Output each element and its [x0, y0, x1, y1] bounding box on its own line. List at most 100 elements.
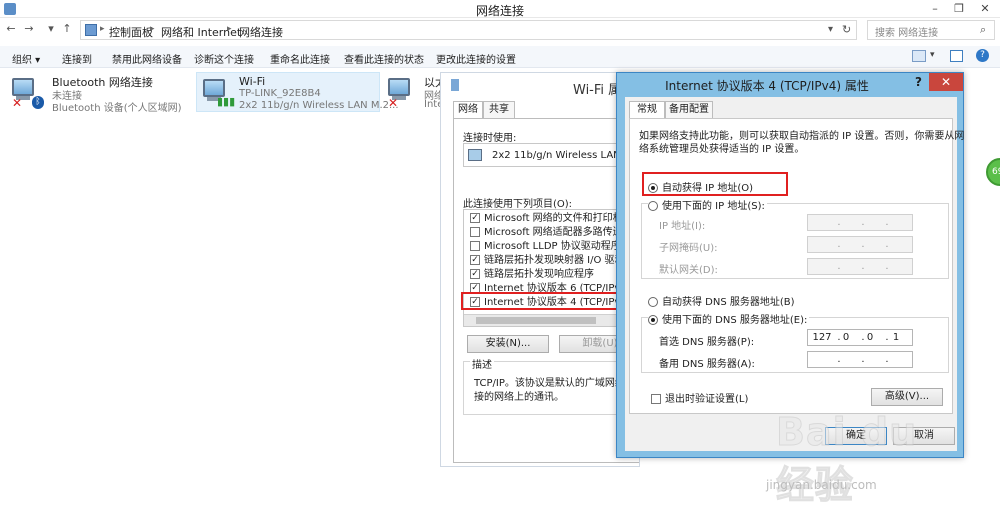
item-checkbox[interactable]	[470, 241, 480, 251]
diagnose-button[interactable]: 诊断这个连接	[194, 51, 254, 66]
minimize-button[interactable]: –	[924, 0, 946, 18]
scrollbar-thumb[interactable]	[476, 317, 596, 324]
dns-octet: 1	[892, 332, 900, 343]
adapter-device: Bluetooth 设备(个人区域网)	[52, 103, 182, 114]
organize-button[interactable]: 组织 ▾	[12, 51, 40, 66]
list-item[interactable]: Microsoft LLDP 协议驱动程序	[470, 240, 621, 254]
items-label: 此连接使用下列项目(O):	[463, 199, 573, 210]
disconnected-x-icon: ✕	[388, 96, 399, 110]
help-icon[interactable]: ?	[976, 49, 989, 62]
auto-dns-option[interactable]: 自动获得 DNS 服务器地址(B)	[648, 293, 795, 308]
item-checkbox[interactable]	[470, 227, 480, 237]
adapter-field-text: 2x2 11b/g/n Wireless LAN M.	[492, 150, 636, 161]
ipv4-properties-dialog: Internet 协议版本 4 (TCP/IPv4) 属性 ? ✕ 常规 备用配…	[616, 72, 964, 458]
description-text-line2: 接的网络上的通讯。	[474, 392, 564, 403]
list-item[interactable]: ✓ 链路层拓扑发现响应程序	[470, 268, 594, 282]
search-box[interactable]: 搜索 网络连接 ⌕	[867, 20, 995, 40]
validate-checkbox[interactable]	[651, 394, 661, 404]
auto-dns-radio[interactable]	[648, 297, 658, 307]
refresh-icon[interactable]: ↻	[842, 23, 851, 36]
search-input[interactable]: 搜索 网络连接	[875, 24, 938, 39]
install-button[interactable]: 安装(N)...	[467, 335, 549, 353]
close-window-button[interactable]: ✕	[974, 0, 996, 18]
item-label: 链路层拓扑发现响应程序	[484, 269, 594, 280]
ip-address-field[interactable]: ...	[807, 214, 913, 231]
subnet-field[interactable]: ...	[807, 236, 913, 253]
wifi-dialog-title: Wi-Fi 属	[573, 83, 622, 98]
manual-ip-radio[interactable]	[648, 201, 658, 211]
adapter-field: 2x2 11b/g/n Wireless LAN M.	[463, 143, 641, 167]
bluetooth-icon: ᛒ	[32, 96, 44, 109]
highlight-auto-ip	[642, 172, 788, 196]
breadcrumb-control-panel[interactable]: 控制面板	[109, 24, 153, 40]
breadcrumb-separator-icon: ▸	[227, 24, 232, 34]
forward-arrow-icon[interactable]: →	[22, 22, 36, 36]
close-button[interactable]: ✕	[929, 73, 963, 91]
view-status-button[interactable]: 查看此连接的状态	[344, 51, 424, 66]
maximize-button[interactable]: ❐	[948, 0, 970, 18]
item-checkbox[interactable]: ✓	[470, 255, 480, 265]
connect-to-button[interactable]: 连接到	[62, 51, 92, 66]
baidu-watermark: Bai du 经验	[776, 410, 956, 508]
adapter-ethernet[interactable]: ✕ 以太 网络 Inte	[384, 72, 446, 112]
adapter-icon	[468, 149, 482, 161]
preferred-dns-label: 首选 DNS 服务器(P):	[659, 337, 755, 348]
view-options-icon[interactable]	[912, 50, 926, 62]
manual-ip-option[interactable]: 使用下面的 IP 地址(S):	[648, 197, 767, 212]
back-arrow-icon[interactable]: ←	[4, 22, 18, 36]
gateway-field[interactable]: ...	[807, 258, 913, 275]
window-titlebar: 网络连接 – ❐ ✕	[0, 0, 1000, 18]
description-group: 描述 TCP/IP。该协议是默认的广域网络协 接的网络上的通讯。	[463, 356, 641, 415]
breadcrumb-network-connections[interactable]: 网络连接	[239, 24, 283, 40]
list-item[interactable]: ✓ 链路层拓扑发现映射器 I/O 驱动	[470, 254, 625, 268]
wifi-properties-dialog: Wi-Fi 属 网络 共享 连接时使用: 2x2 11b/g/n Wireles…	[440, 72, 643, 467]
search-icon[interactable]: ⌕	[980, 23, 986, 37]
view-dropdown-icon[interactable]: ▾	[930, 50, 935, 60]
tab-sharing[interactable]: 共享	[483, 101, 515, 119]
adapter-bluetooth[interactable]: ✕ ᛒ Bluetooth 网络连接 未连接 Bluetooth 设备(个人区域…	[10, 72, 190, 114]
ip-address-label: IP 地址(I):	[659, 221, 706, 232]
address-dropdown-icon[interactable]: ▾	[828, 24, 833, 35]
item-label: 链路层拓扑发现映射器 I/O 驱动	[484, 255, 625, 266]
help-button[interactable]: ?	[915, 75, 929, 89]
ethernet-adapter-icon	[388, 78, 410, 96]
address-bar[interactable]: ▸ 控制面板 ▸ 网络和 Internet ▸ 网络连接 ▾ ↻	[80, 20, 857, 40]
preferred-dns-field[interactable]: 127 . 0 . 0 . 1	[807, 329, 913, 346]
tab-general[interactable]: 常规	[629, 101, 665, 119]
list-item[interactable]: Microsoft 网络适配器多路传送	[470, 226, 623, 240]
advanced-button[interactable]: 高级(V)...	[871, 388, 943, 406]
tab-alternate-config[interactable]: 备用配置	[665, 101, 713, 119]
breadcrumb-separator-icon: ▸	[150, 24, 155, 34]
subnet-label: 子网掩码(U):	[659, 243, 718, 254]
breadcrumb-separator-icon: ▸	[100, 24, 105, 34]
tab-network[interactable]: 网络	[453, 101, 483, 119]
manual-ip-label: 使用下面的 IP 地址(S):	[662, 201, 765, 212]
adapter-device: 2x2 11b/g/n Wireless LAN M.2...	[239, 100, 399, 111]
network-icon	[451, 79, 459, 91]
adapter-status: TP-LINK_92E8B4	[239, 88, 321, 99]
item-checkbox[interactable]: ✓	[470, 269, 480, 279]
wifi-signal-icon: ▮▮▮	[217, 95, 236, 108]
history-chevron-icon[interactable]: ▾	[44, 22, 58, 36]
auto-dns-label: 自动获得 DNS 服务器地址(B)	[662, 297, 795, 308]
up-arrow-icon[interactable]: ↑	[60, 22, 74, 36]
disable-device-button[interactable]: 禁用此网络设备	[112, 51, 182, 66]
adapter-wifi[interactable]: ▮▮▮ Wi-Fi TP-LINK_92E8B4 2x2 11b/g/n Wir…	[196, 72, 399, 112]
gateway-label: 默认网关(D):	[659, 265, 718, 276]
item-checkbox[interactable]: ✓	[470, 213, 480, 223]
description-label: 描述	[470, 356, 494, 371]
ipv4-dialog-title: Internet 协议版本 4 (TCP/IPv4) 属性	[665, 79, 869, 93]
validate-option[interactable]: 退出时验证设置(L)	[651, 390, 748, 405]
manual-dns-radio[interactable]	[648, 315, 658, 325]
alternate-dns-field[interactable]: ...	[807, 351, 913, 368]
rename-button[interactable]: 重命名此连接	[270, 51, 330, 66]
watermark-brand: Bai du 经验	[776, 410, 918, 508]
floating-badge[interactable]: 69	[986, 158, 1000, 186]
watermark-url: jingyan.baidu.com	[766, 478, 877, 492]
item-label: Microsoft 网络适配器多路传送	[484, 227, 623, 238]
change-settings-button[interactable]: 更改此连接的设置	[436, 51, 516, 66]
preview-pane-icon[interactable]	[950, 50, 963, 62]
window-title: 网络连接	[475, 4, 524, 18]
manual-dns-option[interactable]: 使用下面的 DNS 服务器地址(E):	[648, 311, 810, 326]
list-item[interactable]: ✓ Microsoft 网络的文件和打印机	[470, 212, 623, 226]
